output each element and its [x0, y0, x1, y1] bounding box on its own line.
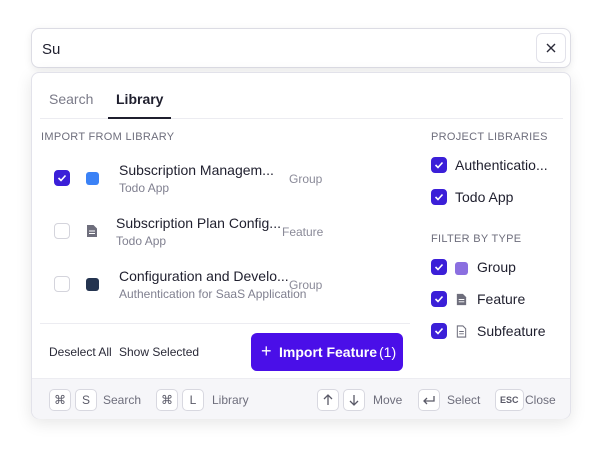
- enter-key-icon: [418, 389, 440, 411]
- shortcut-label: Search: [103, 393, 142, 407]
- arrow-up-icon: [317, 389, 339, 411]
- item-checkbox[interactable]: [54, 170, 70, 186]
- check-icon: [434, 263, 444, 271]
- group-color-icon: [86, 278, 99, 291]
- list-item[interactable]: Subscription Plan Config... Todo App Fea…: [40, 206, 410, 256]
- tab-library[interactable]: Library: [108, 91, 172, 119]
- item-subtitle: Todo App: [116, 234, 167, 248]
- item-type: Group: [289, 278, 323, 292]
- command-key-icon: ⌘: [49, 389, 71, 411]
- check-icon: [434, 327, 444, 335]
- library-label: Authenticatio...: [455, 157, 548, 173]
- import-feature-button[interactable]: + Import Feature (1): [251, 333, 403, 371]
- item-subtitle: Todo App: [119, 181, 170, 195]
- document-icon: [87, 225, 97, 237]
- command-key-icon: ⌘: [156, 389, 178, 411]
- tab-bar: Search Library: [40, 73, 563, 119]
- shortcut-label: Select: [447, 393, 481, 407]
- import-label: Import Feature: [279, 344, 378, 360]
- shortcut-label: Move: [373, 393, 403, 407]
- document-outline-icon: [456, 325, 467, 338]
- show-selected-button[interactable]: Show Selected: [119, 345, 199, 359]
- item-checkbox[interactable]: [54, 223, 70, 239]
- type-label: Subfeature: [477, 323, 546, 339]
- arrow-down-icon: [343, 389, 365, 411]
- import-count: (1): [379, 344, 397, 360]
- shortcut-key: S: [75, 389, 97, 411]
- tab-search[interactable]: Search: [49, 91, 93, 119]
- import-section-title: IMPORT FROM LIBRARY: [41, 131, 175, 143]
- item-type: Group: [289, 172, 323, 186]
- project-libraries-title: PROJECT LIBRARIES: [431, 131, 548, 143]
- library-filter-item[interactable]: Authenticatio...: [431, 156, 561, 178]
- list-item[interactable]: Subscription Managem... Todo App Group: [40, 153, 410, 203]
- close-icon: [546, 43, 556, 53]
- plus-icon: +: [261, 341, 272, 361]
- shortcut-key: L: [182, 389, 204, 411]
- library-filter-item[interactable]: Todo App: [431, 188, 561, 210]
- item-title: Configuration and Develo...: [119, 268, 289, 284]
- escape-key: ESC: [495, 389, 524, 411]
- item-title: Subscription Managem...: [119, 162, 274, 178]
- document-icon: [456, 293, 467, 306]
- shortcut-footer: ⌘ S Search ⌘ L Library Move Select ESC C…: [32, 378, 570, 419]
- type-filter-item[interactable]: Subfeature: [431, 322, 561, 344]
- item-checkbox[interactable]: [54, 276, 70, 292]
- check-icon: [57, 174, 67, 182]
- list-item[interactable]: Configuration and Develo... Authenticati…: [40, 259, 410, 309]
- item-title: Subscription Plan Config...: [116, 215, 281, 231]
- item-subtitle: Authentication for SaaS Application: [119, 287, 307, 301]
- item-type: Feature: [282, 225, 324, 239]
- type-checkbox[interactable]: [431, 323, 447, 339]
- shortcut-label: Close: [525, 393, 556, 407]
- group-color-icon: [86, 172, 99, 185]
- deselect-all-button[interactable]: Deselect All: [49, 345, 112, 359]
- shortcut-label: Library: [212, 393, 249, 407]
- type-label: Feature: [477, 291, 526, 307]
- check-icon: [434, 193, 444, 201]
- library-checkbox[interactable]: [431, 189, 447, 205]
- check-icon: [434, 295, 444, 303]
- library-label: Todo App: [455, 189, 514, 205]
- type-filter-item[interactable]: Feature: [431, 290, 561, 312]
- filter-by-type-title: FILTER BY TYPE: [431, 233, 522, 245]
- type-checkbox[interactable]: [431, 291, 447, 307]
- search-input[interactable]: [40, 37, 530, 61]
- group-color-icon: [455, 262, 468, 275]
- check-icon: [434, 161, 444, 169]
- type-label: Group: [477, 259, 516, 275]
- type-checkbox[interactable]: [431, 259, 447, 275]
- library-checkbox[interactable]: [431, 157, 447, 173]
- search-bar: [31, 28, 571, 68]
- type-filter-item[interactable]: Group: [431, 258, 561, 280]
- close-button[interactable]: [536, 33, 566, 63]
- library-panel: Search Library IMPORT FROM LIBRARY Subsc…: [31, 72, 571, 419]
